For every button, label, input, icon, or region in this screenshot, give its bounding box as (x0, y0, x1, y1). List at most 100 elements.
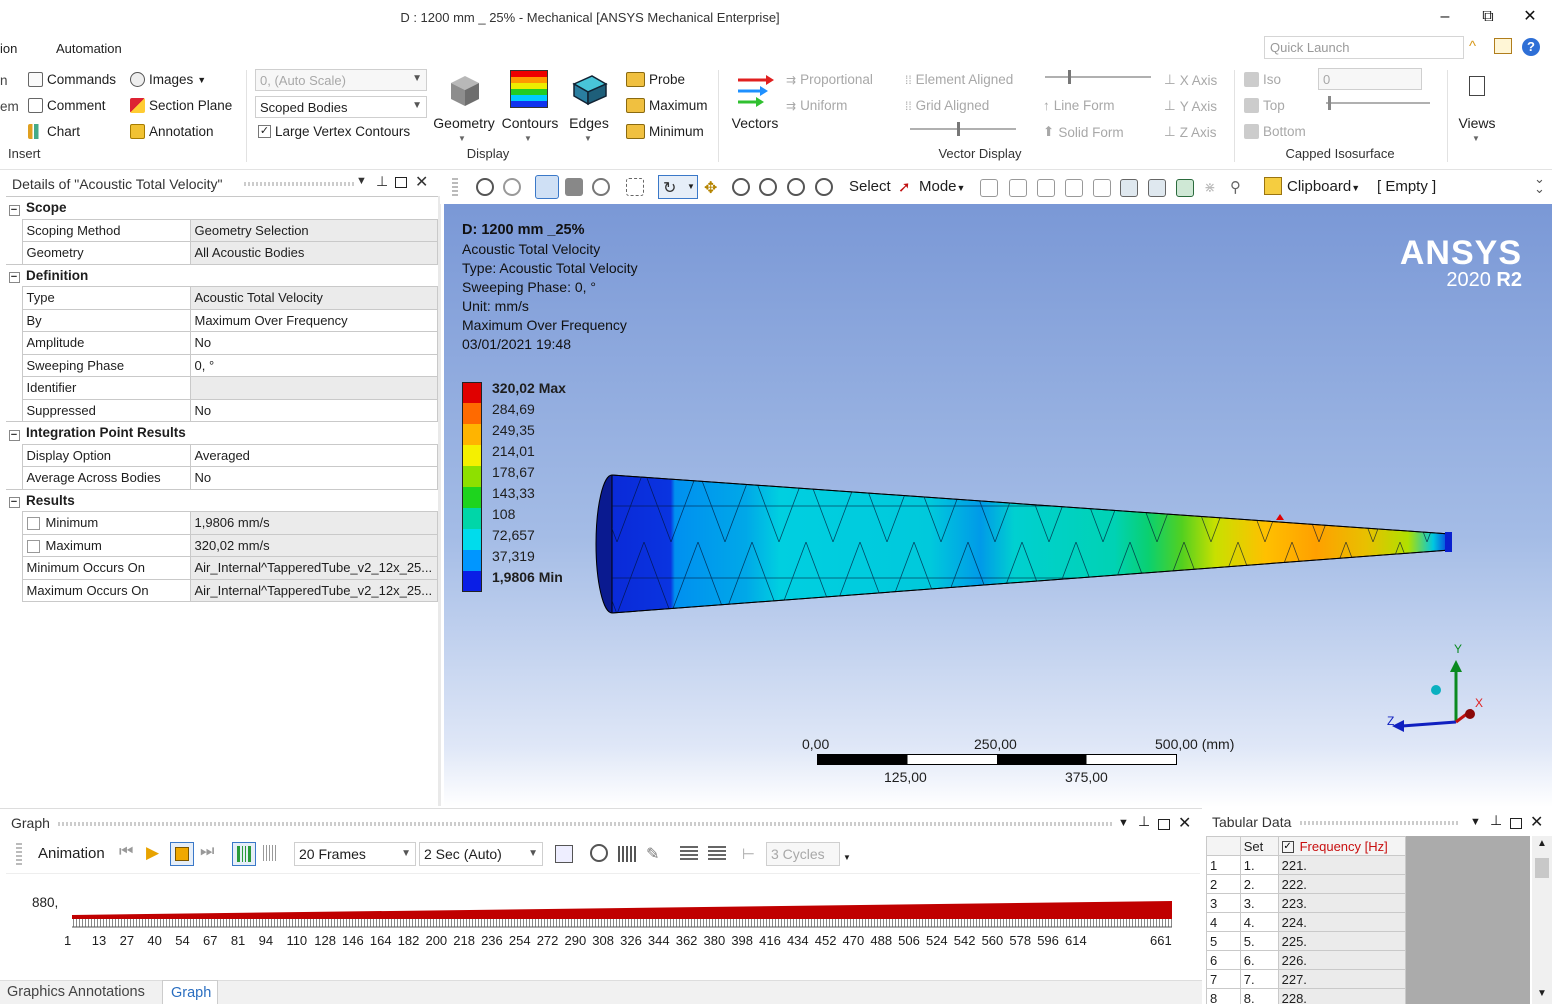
y-axis-button[interactable]: ⊥ Y Axis (1164, 98, 1217, 114)
isosurface-value-input[interactable]: 0 (1318, 68, 1422, 90)
pin-icon[interactable]: ⊥ (1490, 812, 1502, 829)
detail-value[interactable]: 320,02 mm/s (189, 533, 438, 557)
select-element-face-icon[interactable] (1120, 179, 1138, 197)
mode-button[interactable]: Mode▼ (919, 178, 965, 195)
large-vertex-contours-checkbox[interactable]: ✓ Large Vertex Contours (258, 124, 410, 139)
graph-lines-icon[interactable] (680, 846, 698, 862)
restore-button[interactable]: ⧉ (1473, 6, 1503, 30)
detail-value[interactable]: Geometry Selection (189, 218, 438, 242)
legend-label[interactable]: 214,01 (492, 443, 535, 459)
uniform-button[interactable]: ⇉ Uniform (786, 98, 847, 113)
select-face-icon[interactable] (1037, 179, 1055, 197)
bottom-button[interactable]: Bottom (1244, 124, 1306, 139)
section-plane-button[interactable]: Section Plane (130, 98, 232, 113)
graph-frequency-bars[interactable] (70, 899, 1174, 929)
annotation-button[interactable]: Annotation (130, 124, 214, 139)
coordinate-triad[interactable] (1384, 642, 1494, 742)
detail-row[interactable]: Average Across Bodies No (6, 466, 438, 490)
tag-icon[interactable]: ⚲ (1230, 178, 1248, 196)
detail-row[interactable]: Sweeping Phase 0, ° (6, 353, 438, 377)
column-header-set[interactable]: Set (1239, 836, 1279, 856)
select-body-icon[interactable] (1065, 179, 1083, 197)
vectors-button[interactable]: Vectors (728, 70, 782, 150)
scrollbar-thumb[interactable] (1535, 858, 1549, 878)
section-scope[interactable]: − Scope (6, 196, 438, 220)
select-node-icon[interactable] (1093, 179, 1111, 197)
pan-icon[interactable]: ✥ (704, 178, 722, 197)
detail-value[interactable]: Air_Internal^TapperedTube_v2_12x_25... (189, 556, 438, 580)
table-row[interactable]: 8 8. 228. (1206, 988, 1407, 1004)
graphics-viewport[interactable]: D: 1200 mm _25% Acoustic Total Velocity … (444, 204, 1552, 807)
detail-row[interactable]: Maximum Occurs On Air_Internal^TapperedT… (6, 578, 438, 602)
pane-splitter[interactable] (438, 196, 441, 806)
z-axis-button[interactable]: ⊥ Z Axis (1164, 124, 1217, 140)
select-vertex-icon[interactable] (980, 179, 998, 197)
line-form-button[interactable]: ↑ Line Form (1043, 98, 1115, 113)
quick-launch-input[interactable]: Quick Launch (1264, 36, 1464, 59)
tab-graphics-annotations[interactable]: Graphics Annotations (7, 984, 145, 1000)
detail-row[interactable]: Display Option Averaged (6, 443, 438, 467)
legend-label[interactable]: 320,02 Max (492, 380, 566, 396)
close-pane-icon[interactable]: ✕ (415, 172, 428, 192)
comment-button[interactable]: Comment (28, 98, 106, 113)
minimize-button[interactable]: – (1430, 6, 1460, 30)
close-button[interactable]: ✕ (1515, 6, 1545, 30)
chart-button[interactable]: Chart (28, 124, 80, 139)
slider-thumb[interactable] (1328, 96, 1331, 110)
selection-mode-body-icon[interactable] (535, 175, 559, 199)
clipboard-button[interactable]: Clipboard▼ (1287, 178, 1360, 195)
parameter-checkbox[interactable] (26, 517, 40, 531)
pan-rotate-icon[interactable] (592, 178, 610, 196)
scroll-up-icon[interactable]: ▲ (1537, 838, 1547, 849)
detail-value[interactable]: Air_Internal^TapperedTube_v2_12x_25... (189, 578, 438, 602)
section-results[interactable]: − Results (6, 488, 438, 512)
select-element-icon[interactable] (1148, 179, 1166, 197)
collapse-icon[interactable]: − (8, 272, 20, 283)
zoom-to-fit-icon[interactable] (787, 178, 805, 196)
detail-value[interactable]: 1,9806 mm/s (189, 511, 438, 535)
zoom-out-icon[interactable] (503, 178, 521, 196)
maximize-pane-icon[interactable] (1158, 819, 1170, 830)
zoom-icon[interactable] (732, 178, 750, 196)
graph-bars-icon[interactable] (618, 846, 636, 862)
checkbox-checked-icon[interactable]: ✓ (1281, 841, 1294, 854)
solid-form-button[interactable]: ⬆ Solid Form (1043, 124, 1124, 140)
detail-row[interactable]: Scoping Method Geometry Selection (6, 218, 438, 242)
table-row[interactable]: 2 2. 222. (1206, 874, 1407, 894)
detail-value[interactable]: Averaged (189, 443, 438, 467)
commands-button[interactable]: Commands (28, 72, 116, 87)
section-definition[interactable]: − Definition (6, 263, 438, 287)
vector-length-slider[interactable] (910, 128, 1016, 130)
collapse-ribbon-icon[interactable]: ^ (1469, 38, 1476, 55)
detail-value[interactable]: Acoustic Total Velocity (189, 286, 438, 310)
detail-row[interactable]: Minimum 1,9806 mm/s (6, 511, 438, 535)
select-edge-icon[interactable] (1009, 179, 1027, 197)
images-button[interactable]: Images ▼ (130, 72, 206, 87)
iso-button[interactable]: Iso (1244, 72, 1281, 87)
detail-row[interactable]: Maximum 320,02 mm/s (6, 533, 438, 557)
detail-value[interactable]: No (189, 331, 438, 355)
detail-row[interactable]: Suppressed No (6, 398, 438, 422)
face-icon[interactable] (565, 178, 583, 196)
close-pane-icon[interactable]: ✕ (1178, 813, 1191, 833)
menu-item-automation[interactable]: Automation (56, 41, 122, 56)
probe-button[interactable]: Probe (626, 72, 685, 87)
element-aligned-button[interactable]: ⁞⁞ Element Aligned (905, 72, 1013, 87)
duration-select[interactable]: 2 Sec (Auto) ▼ (419, 842, 543, 866)
maximize-pane-icon[interactable] (395, 177, 407, 188)
detail-row[interactable]: Geometry All Acoustic Bodies (6, 241, 438, 265)
table-row[interactable]: 3 3. 223. (1206, 893, 1407, 913)
frames-select[interactable]: 20 Frames ▼ (294, 842, 416, 866)
table-row[interactable]: 5 5. 225. (1206, 931, 1407, 951)
rotate-button[interactable]: ↻ ▼ (658, 175, 698, 199)
detail-value[interactable] (189, 376, 438, 400)
legend-label[interactable]: 37,319 (492, 548, 535, 564)
grip-handle[interactable] (16, 843, 22, 865)
next-frame-icon[interactable]: ⏭ (200, 843, 214, 861)
detail-row[interactable]: Type Acoustic Total Velocity (6, 286, 438, 310)
parameter-checkbox[interactable] (26, 539, 40, 553)
export-video-icon[interactable] (555, 845, 573, 863)
chevron-down-icon[interactable]: ▼ (843, 853, 851, 862)
legend-label[interactable]: 284,69 (492, 401, 535, 417)
slider-thumb[interactable] (957, 122, 960, 136)
